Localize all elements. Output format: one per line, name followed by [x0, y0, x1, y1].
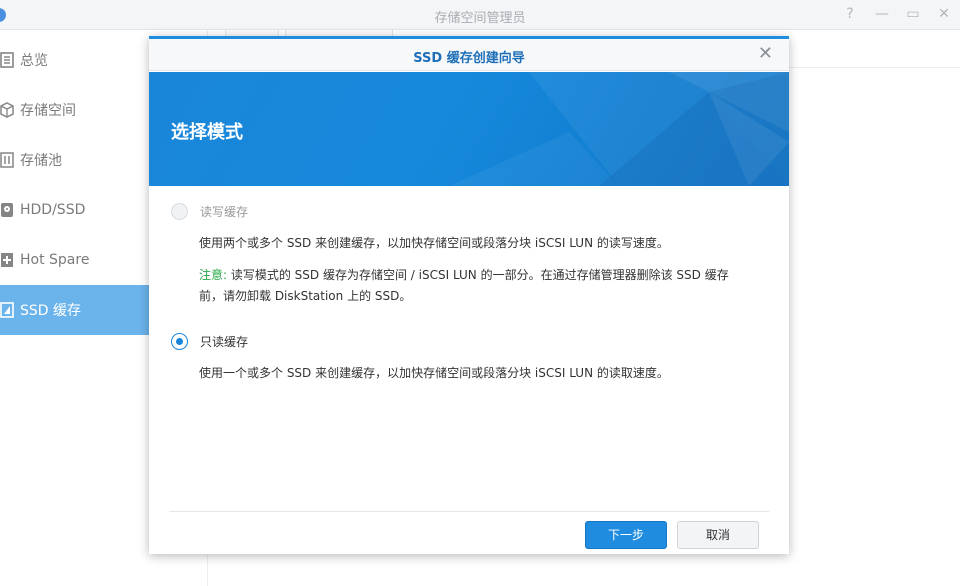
window-titlebar: 存储空间管理员 ? — ▭ ✕ [0, 0, 960, 30]
note-text: 读写模式的 SSD 缓存为存储空间 / iSCSI LUN 的一部分。在通过存储… [227, 268, 729, 282]
note-text: 前，请勿卸载 DiskStation 上的 SSD。 [199, 289, 412, 303]
ssd-cache-wizard-dialog: SSD 缓存创建向导 ✕ 选择模式 读写缓存 使用两个或多个 SSD 来创建缓存… [149, 36, 789, 554]
radio-read-only[interactable] [171, 333, 188, 350]
option-label: 只读缓存 [200, 335, 249, 349]
cancel-button[interactable]: 取消 [677, 521, 759, 549]
option-description: 使用两个或多个 SSD 来创建缓存，以加快存储空间或段落分块 iSCSI LUN… [199, 236, 669, 250]
step-title: 选择模式 [171, 122, 243, 143]
close-icon[interactable]: ✕ [758, 44, 773, 64]
next-button[interactable]: 下一步 [585, 521, 667, 549]
option-label: 读写缓存 [200, 205, 249, 219]
wizard-banner: 选择模式 [149, 72, 789, 186]
minimize-icon[interactable]: — [874, 6, 890, 22]
option-read-write[interactable]: 读写缓存 [171, 203, 248, 220]
note-label: 注意: [199, 268, 228, 282]
banner-decoration [449, 72, 789, 186]
dialog-title: SSD 缓存创建向导 [413, 51, 525, 66]
option-read-only[interactable]: 只读缓存 [171, 333, 248, 350]
dialog-header: SSD 缓存创建向导 ✕ [149, 39, 789, 71]
option-description: 使用一个或多个 SSD 来创建缓存，以加快存储空间或段落分块 iSCSI LUN… [199, 366, 669, 380]
window-title: 存储空间管理员 [434, 11, 526, 26]
radio-read-write[interactable] [171, 203, 188, 220]
option-note: 注意: 读写模式的 SSD 缓存为存储空间 / iSCSI LUN 的一部分。在… [199, 265, 759, 307]
footer-divider [169, 511, 769, 512]
pin-icon[interactable]: ? [842, 6, 858, 22]
maximize-icon[interactable]: ▭ [905, 6, 921, 22]
close-icon[interactable]: ✕ [936, 6, 952, 22]
